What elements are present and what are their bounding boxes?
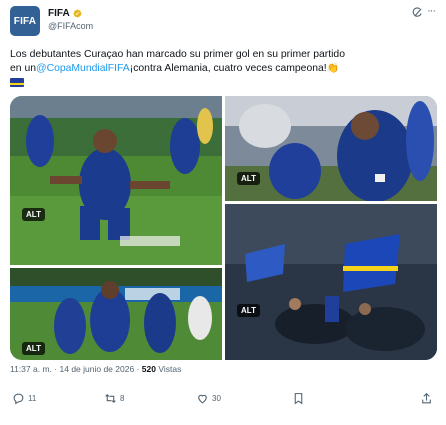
tweet-text-prefix: en un [10, 63, 37, 74]
photo-celebration-slide-image [10, 96, 222, 265]
photo-crowd-flags-image [225, 204, 437, 360]
like-count: 30 [212, 394, 221, 403]
curacao-flag-icon [10, 78, 24, 87]
retweet-count: 8 [120, 394, 125, 403]
author-name-row: FIFA [48, 8, 82, 19]
meta-separator: · [54, 364, 58, 374]
alt-badge[interactable]: ALT [237, 304, 260, 317]
mention-link[interactable]: @CopaMundialFIFA [36, 63, 130, 74]
more-options-icon[interactable]: ··· [427, 6, 436, 17]
share-icon [422, 392, 431, 404]
tweet-time[interactable]: 11:37 a. m. [10, 364, 52, 374]
grok-icon[interactable] [412, 7, 423, 18]
tweet-text: Los debutantes Curaçao han marcado su pr… [10, 48, 438, 76]
meta-separator: · [136, 364, 140, 374]
avatar[interactable]: FIFA [10, 6, 40, 36]
photo-player-closeup[interactable] [225, 96, 437, 201]
tweet-text-line-1: Los debutantes Curaçao han marcado su pr… [10, 49, 345, 60]
bookmark-icon [294, 393, 303, 405]
clapping-emoji: 👏 [326, 63, 340, 74]
tweet-meta: 11:37 a. m. · 14 de junio de 2026 · 520 … [10, 364, 181, 374]
display-name[interactable]: FIFA [48, 8, 70, 19]
heart-icon [198, 394, 207, 404]
reply-count: 11 [28, 394, 37, 403]
alt-badge[interactable]: ALT [237, 172, 260, 185]
photo-teammates-celebrate[interactable]: ALT [10, 268, 222, 360]
retweet-icon [105, 393, 116, 404]
like-button[interactable]: 30 [196, 392, 221, 405]
views-count: 520 [141, 364, 156, 374]
media-grid: ALT ALT ALT ALT [10, 96, 437, 360]
alt-badge[interactable]: ALT [22, 208, 45, 221]
share-button[interactable] [420, 392, 433, 405]
reply-button[interactable]: 11 [12, 392, 36, 405]
author-handle[interactable]: @FIFAcom [48, 21, 93, 31]
tweet-text-line-2: en un@CopaMundialFIFA¡contra Alemania, c… [10, 62, 438, 76]
tweet[interactable]: FIFA FIFA @FIFAcom ··· Los debutantes Cu… [0, 0, 446, 425]
reply-icon [13, 393, 24, 405]
verified-badge-icon [73, 9, 82, 18]
photo-player-closeup-image [225, 96, 437, 201]
alt-badge[interactable]: ALT [22, 342, 45, 355]
views-label: Vistas [158, 364, 182, 374]
tweet-date[interactable]: 14 de junio de 2026 [60, 364, 135, 374]
tweet-text-suffix: ¡contra Alemania, cuatro veces campeona! [129, 63, 327, 74]
retweet-button[interactable]: 8 [104, 392, 124, 405]
photo-celebration-slide[interactable]: ALT [10, 96, 222, 265]
bookmark-button[interactable] [292, 392, 305, 405]
photo-crowd-flags[interactable]: ALT [225, 204, 437, 360]
